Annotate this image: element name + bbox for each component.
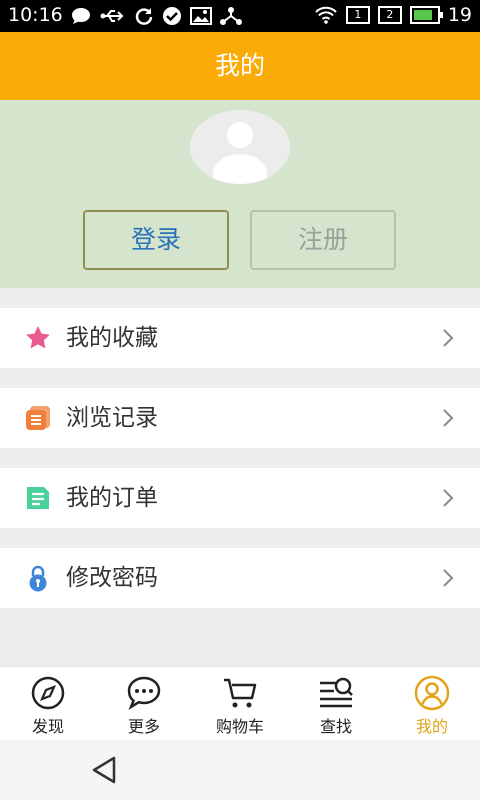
order-icon (27, 487, 49, 509)
avatar-body (213, 154, 267, 184)
avatar-head (227, 122, 253, 148)
tab-discover[interactable]: 发现 (0, 667, 96, 741)
notification-icons (70, 6, 242, 26)
page-title: 我的 (214, 51, 265, 80)
wifi-icon (315, 6, 337, 24)
chevron-right-icon (443, 569, 454, 587)
title-bar: 我的 (0, 32, 480, 100)
menu-label: 我的收藏 (66, 325, 158, 351)
menu-label: 我的订单 (66, 485, 158, 511)
status-right: 1 2 19 (314, 4, 472, 26)
share-node-icon (220, 7, 242, 25)
avatar[interactable] (190, 110, 290, 184)
battery-level: 19 (447, 4, 472, 26)
menu-label: 修改密码 (66, 565, 158, 591)
sync-icon (135, 8, 153, 25)
system-nav-bar (0, 740, 480, 800)
tab-label: 发现 (31, 717, 64, 736)
chat-notification-icon (72, 8, 90, 24)
check-circle-icon (163, 7, 181, 25)
search-list-icon (320, 677, 353, 708)
menu-item-history[interactable]: 浏览记录 (0, 388, 480, 448)
tab-label: 更多 (127, 717, 160, 736)
cart-icon (224, 678, 257, 708)
user-icon (414, 675, 450, 711)
image-icon (190, 7, 212, 25)
status-bar: 10:16 1 2 19 (0, 0, 480, 32)
tab-cart[interactable]: 购物车 (192, 667, 288, 741)
compass-icon (31, 676, 65, 710)
chevron-right-icon (443, 409, 454, 427)
tab-label: 我的 (415, 717, 448, 736)
battery-icon (409, 6, 443, 24)
back-icon[interactable] (86, 752, 122, 788)
lock-icon (29, 565, 47, 592)
chevron-right-icon (443, 329, 454, 347)
menu-item-orders[interactable]: 我的订单 (0, 468, 480, 528)
profile-header: 登录 注册 (0, 100, 480, 288)
chevron-right-icon (443, 489, 454, 507)
status-time: 10:16 (8, 4, 63, 26)
sim2-badge: 2 (377, 6, 402, 24)
register-button[interactable]: 注册 (250, 210, 396, 270)
login-button[interactable]: 登录 (83, 210, 229, 270)
menu-item-change-password[interactable]: 修改密码 (0, 548, 480, 608)
chat-bubble-icon (127, 676, 161, 711)
usb-icon (100, 10, 124, 22)
bottom-tab-bar: 发现 更多 购物车 查找 我的 (0, 666, 480, 741)
tab-mine[interactable]: 我的 (384, 667, 480, 741)
sim1-badge: 1 (345, 6, 370, 24)
history-icon (26, 406, 50, 430)
star-icon (26, 326, 50, 349)
tab-more[interactable]: 更多 (96, 667, 192, 741)
tab-search[interactable]: 查找 (288, 667, 384, 741)
tab-label: 查找 (319, 717, 352, 736)
menu-label: 浏览记录 (66, 405, 158, 431)
tab-label: 购物车 (215, 717, 264, 736)
menu-item-favorites[interactable]: 我的收藏 (0, 308, 480, 368)
